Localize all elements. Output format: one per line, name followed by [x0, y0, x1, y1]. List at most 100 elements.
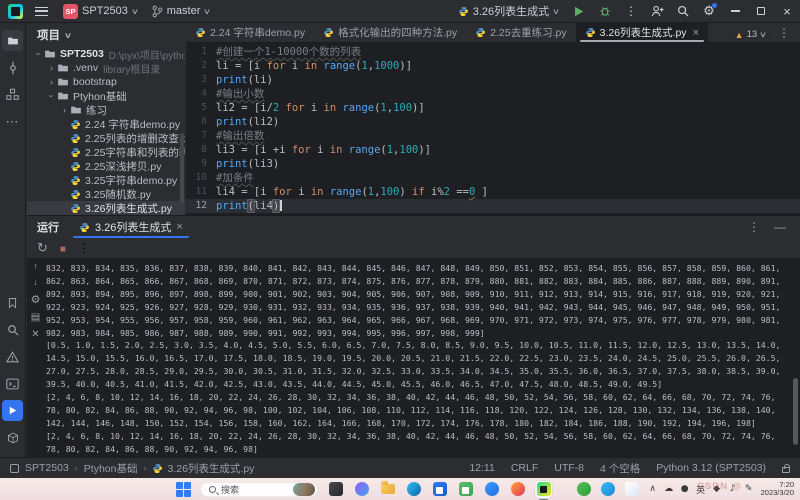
code-line[interactable]: 2li = [i for i in range(1,1000)] [186, 59, 800, 73]
more-icon[interactable]: ⋮ [748, 220, 760, 234]
run-console-output[interactable]: 832, 833, 834, 835, 836, 837, 838, 839, … [46, 262, 792, 457]
line-separator[interactable]: CRLF [511, 462, 538, 474]
terminal-icon[interactable] [2, 373, 23, 394]
file-encoding[interactable]: UTF-8 [554, 462, 584, 474]
code-line[interactable]: 6print(li2) [186, 115, 800, 129]
settings-icon[interactable]: ⚙ [31, 293, 41, 306]
clear-icon[interactable]: ✕ [31, 329, 39, 340]
cloud-app-icon[interactable] [624, 481, 641, 498]
soft-wrap-icon[interactable]: ▤ [31, 312, 40, 323]
store-icon[interactable] [431, 481, 448, 498]
run-config-selector[interactable]: 3.26列表生成式 ∨ [451, 0, 566, 22]
code-line[interactable]: 3print(li) [186, 73, 800, 87]
rerun-icon[interactable]: ↻ [37, 239, 48, 257]
editor-options-icon[interactable]: ⋮ [768, 23, 800, 42]
code-line[interactable]: 8li3 = [i +i for i in range(1,100)] [186, 143, 800, 157]
run-button[interactable] [566, 0, 592, 22]
tree-item[interactable]: 2.25字符串和列表的转换.py [27, 145, 185, 159]
stop-icon[interactable]: ■ [60, 239, 66, 257]
qq-icon[interactable] [600, 481, 617, 498]
close-icon[interactable]: × [176, 221, 182, 233]
caret-position[interactable]: 12:11 [469, 462, 495, 474]
search-highlight-image[interactable] [293, 483, 315, 496]
tree-item[interactable]: ›Ptyhon基础 [27, 89, 185, 103]
explorer-icon[interactable] [379, 481, 396, 498]
code-line[interactable]: 12print(li4) [186, 199, 800, 213]
maximize-button[interactable] [748, 0, 774, 22]
editor-tab[interactable]: 2.24 字符串demo.py [186, 23, 314, 42]
tree-item[interactable]: 2.25深浅拷贝.py [27, 159, 185, 173]
tree-item[interactable]: 3.25字符串demo.py [27, 173, 185, 187]
branch-widget[interactable]: master ∨ [145, 0, 217, 22]
python-interpreter[interactable]: Python 3.12 (SPT2503) [656, 462, 766, 474]
network-icon[interactable]: ◆ [712, 484, 722, 494]
up-icon[interactable]: ↑ [33, 261, 38, 271]
more-actions-icon[interactable]: ⋮ [618, 0, 644, 22]
tray-expand-icon[interactable]: ∧ [648, 484, 658, 494]
tree-item[interactable]: 3.25随机数.py [27, 187, 185, 201]
start-button[interactable] [176, 482, 191, 497]
settings-icon[interactable]: ⚙ [696, 0, 722, 22]
tree-item[interactable]: 3.26列表生成式.py [27, 201, 185, 215]
lock-icon[interactable] [782, 467, 790, 473]
task-view-icon[interactable] [327, 481, 344, 498]
console-scrollbar[interactable] [793, 378, 798, 445]
code-editor[interactable]: 1#创建一个1-10000个数的列表2li = [i for i in rang… [186, 43, 800, 215]
code-line[interactable]: 5li2 = [i/2 for i in range(1,100)] [186, 101, 800, 115]
breadcrumb[interactable]: SPT2503›Ptyhon基础›3.26列表生成式.py [10, 461, 254, 476]
packages-icon[interactable] [2, 427, 23, 448]
chevron-down-icon[interactable]: ∨ [64, 31, 72, 40]
code-with-me-icon[interactable] [644, 0, 670, 22]
indent-setting[interactable]: 4 个空格 [600, 461, 640, 476]
pen-icon[interactable]: ✎ [744, 484, 754, 494]
search-everywhere-icon[interactable] [670, 0, 696, 22]
editor-tab[interactable]: 3.26列表生成式.py× [576, 23, 708, 42]
code-line[interactable]: 9print(li3) [186, 157, 800, 171]
close-tab-icon[interactable]: × [693, 27, 699, 39]
taskbar-clock[interactable]: 7:20 2023/3/20 [761, 481, 794, 498]
code-line[interactable]: 1#创建一个1-10000个数的列表 [186, 45, 800, 59]
volume-muted-icon[interactable]: ♪ [728, 484, 738, 494]
project-icon[interactable] [2, 30, 23, 51]
breadcrumb-item[interactable]: Ptyhon基础 [84, 461, 138, 476]
inspections-widget[interactable]: ▲ 13 ∨ [729, 28, 772, 41]
commit-icon[interactable] [2, 57, 23, 78]
main-menu-icon[interactable] [35, 7, 48, 16]
tree-item[interactable]: ›.venvlibrary根目录 [27, 61, 185, 75]
pycharm-icon[interactable] [535, 481, 552, 498]
editor-tab[interactable]: 2.25去重练习.py [466, 23, 575, 42]
purple-app-icon[interactable] [353, 481, 370, 498]
more-icon[interactable]: ⋯ [2, 111, 23, 132]
close-button[interactable]: × [774, 0, 800, 22]
firefox-icon[interactable] [509, 481, 526, 498]
breadcrumb-item[interactable]: SPT2503 [25, 462, 69, 474]
tree-item[interactable]: ›bootstrap [27, 75, 185, 89]
breadcrumb-item[interactable]: 3.26列表生成式.py [167, 461, 254, 476]
weather-icon[interactable]: ☁ [664, 484, 674, 494]
lang-indicator[interactable]: 英 [696, 483, 706, 496]
down-icon[interactable]: ↓ [33, 277, 38, 287]
code-line[interactable]: 10#加条件 [186, 171, 800, 185]
taskbar-search[interactable]: 搜索 [200, 482, 318, 497]
code-line[interactable]: 7#输出倍数 [186, 129, 800, 143]
project-scrollbar[interactable] [180, 133, 184, 203]
structure-icon[interactable] [2, 84, 23, 105]
shield-icon[interactable]: ● [680, 484, 690, 494]
minimize-button[interactable] [722, 0, 748, 22]
debug-button[interactable] [592, 0, 618, 22]
code-line[interactable]: 4#输出小数 [186, 87, 800, 101]
tree-item[interactable]: ›SPT2503D:\pyx\项目\python\myflask [27, 47, 185, 61]
bookmarks-icon[interactable] [2, 292, 23, 313]
tree-item[interactable]: 2.25列表的增删改查.py [27, 131, 185, 145]
tree-item[interactable]: ›练习 [27, 103, 185, 117]
problems-icon[interactable] [2, 346, 23, 367]
wechat-icon[interactable] [457, 481, 474, 498]
find-icon[interactable] [2, 319, 23, 340]
meeting-app-icon[interactable] [483, 481, 500, 498]
run-tab[interactable]: 3.26列表生成式 × [71, 216, 191, 238]
code-line[interactable]: 11li4 = [i for i in range(1,100) if i%2 … [186, 185, 800, 199]
editor-tab[interactable]: 格式化输出的四种方法.py [314, 23, 466, 42]
green-app-icon[interactable] [576, 481, 593, 498]
more-icon[interactable]: ⋮ [78, 239, 90, 257]
edge-icon[interactable] [405, 481, 422, 498]
